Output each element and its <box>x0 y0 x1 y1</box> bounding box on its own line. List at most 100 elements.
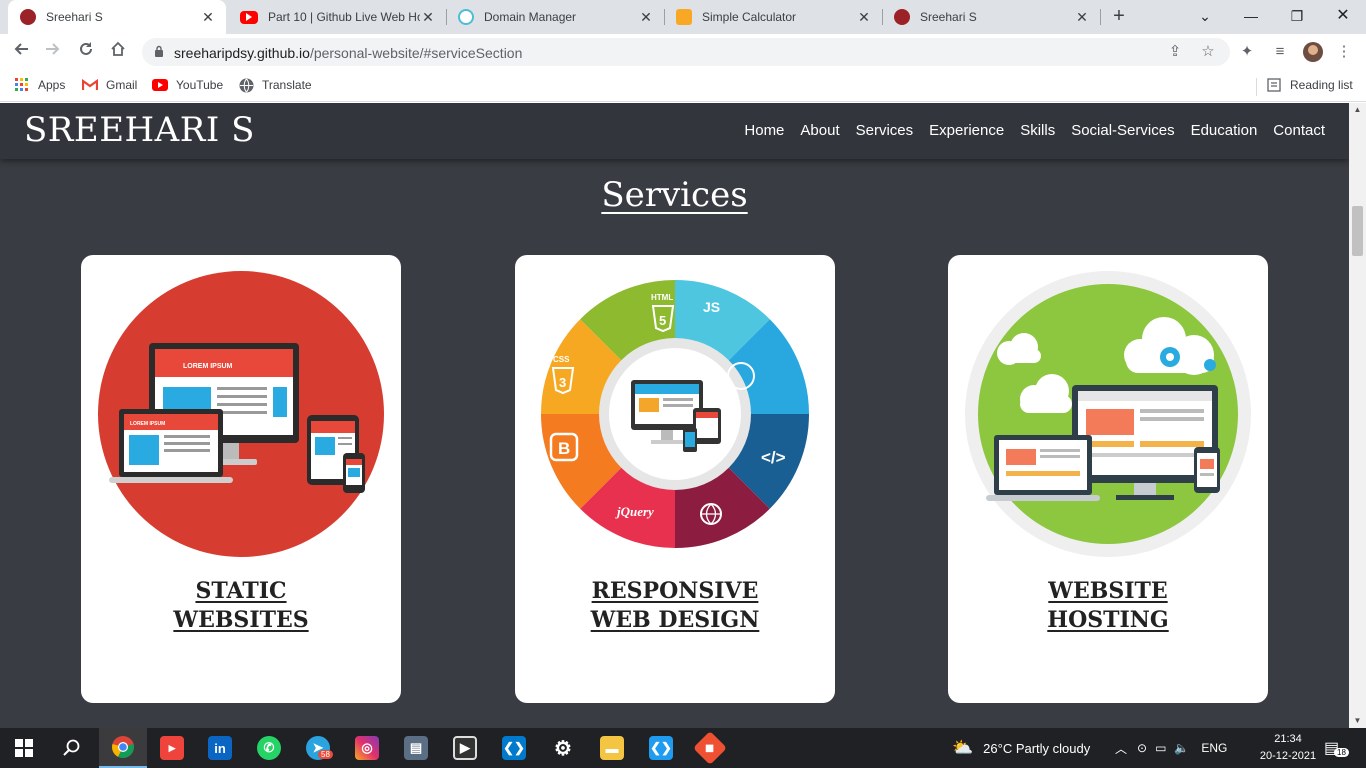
nav-services[interactable]: Services <box>856 122 914 139</box>
lorem-ipsum-text-2: LOREM IPSUM <box>130 421 165 427</box>
nav-education[interactable]: Education <box>1191 122 1258 139</box>
settings-icon[interactable]: ⚙ <box>539 728 587 768</box>
site-logo[interactable]: SREEHARI S <box>24 110 255 150</box>
nav-about[interactable]: About <box>800 122 839 139</box>
new-tab-button[interactable]: + <box>1108 6 1130 28</box>
windows-taskbar: ▸ in ✆ ➤ 58 ◎ ▤ ▶ ❮❯ ⚙ ▬ ❮❯ ◆ ⛅ 26°C Par… <box>0 728 1366 768</box>
notifications-icon[interactable]: ▤ 18 <box>1324 728 1349 768</box>
tray-icons[interactable]: ︿ ⊙ ▭ 🔈 ENG <box>1115 728 1227 768</box>
site-header: SREEHARI S Home About Services Experienc… <box>0 103 1349 159</box>
service-card-title[interactable]: STATIC WEBSITES <box>81 577 401 635</box>
title-line: WEBSITE <box>1048 578 1168 604</box>
close-tab-icon[interactable]: ✕ <box>638 9 654 26</box>
title-line: WEB DESIGN <box>590 607 760 633</box>
css-label: CSS <box>553 355 570 364</box>
home-icon[interactable] <box>106 40 130 64</box>
url-host: sreeharipdsy.github.io <box>174 45 310 61</box>
media-queue-icon[interactable]: ≡ <box>1270 42 1290 62</box>
nav-home[interactable]: Home <box>744 122 784 139</box>
nav-social-services[interactable]: Social-Services <box>1071 122 1174 139</box>
start-icon[interactable] <box>0 728 48 768</box>
server-icon[interactable]: ▤ <box>392 728 440 768</box>
website-hosting-illustration <box>965 271 1251 557</box>
nav-experience[interactable]: Experience <box>929 122 1004 139</box>
reading-list-icon <box>1266 77 1282 93</box>
service-card-title[interactable]: WEBSITE HOSTING <box>948 577 1268 635</box>
volume-icon[interactable]: 🔈 <box>1174 741 1189 755</box>
title-line: HOSTING <box>1047 607 1169 633</box>
bookmark-label: Translate <box>262 78 312 92</box>
scrollbar-thumb[interactable] <box>1352 206 1363 256</box>
menu-dots-icon[interactable]: ⋮ <box>1334 42 1354 62</box>
section-title: Services <box>0 175 1349 215</box>
url-text[interactable]: sreeharipdsy.github.io/personal-website/… <box>174 45 522 61</box>
clock[interactable]: 21:34 20-12-2021 <box>1258 731 1318 765</box>
search-icon[interactable] <box>48 728 96 768</box>
weather-text: 26°C Partly cloudy <box>983 740 1091 756</box>
bookmarks-bar: Apps Gmail YouTube Translate Reading lis… <box>0 70 1366 102</box>
back-arrow-icon[interactable] <box>9 40 33 64</box>
telegram-icon[interactable]: ➤ 58 <box>294 728 342 768</box>
close-tab-icon[interactable]: ✕ <box>420 9 436 26</box>
youtube-icon <box>152 77 168 93</box>
linkedin-icon[interactable]: in <box>196 728 244 768</box>
git-icon[interactable]: ◆ <box>686 728 734 768</box>
apps-grid-icon <box>14 77 30 93</box>
anydesk-icon[interactable]: ▸ <box>148 728 196 768</box>
tab-sreehari-s[interactable]: Sreehari S ✕ <box>8 0 226 34</box>
service-card-title[interactable]: RESPONSIVE WEB DESIGN <box>515 577 835 635</box>
instagram-icon[interactable]: ◎ <box>343 728 391 768</box>
bookmark-youtube[interactable]: YouTube <box>152 77 223 93</box>
tab-sreehari-s-2[interactable]: Sreehari S ✕ <box>882 0 1100 34</box>
reload-icon[interactable] <box>74 40 98 64</box>
minimize-icon[interactable]: — <box>1239 4 1263 28</box>
profile-avatar[interactable] <box>1303 42 1323 62</box>
bookmark-apps[interactable]: Apps <box>14 77 65 93</box>
address-bar[interactable]: sreeharipdsy.github.io/personal-website/… <box>142 38 1230 66</box>
close-tab-icon[interactable]: ✕ <box>1074 9 1090 26</box>
code-glyph: </> <box>761 448 786 467</box>
network-icon[interactable]: ▭ <box>1155 741 1166 755</box>
page-scrollbar[interactable]: ▲ ▼ <box>1349 103 1366 728</box>
domain-favicon-icon <box>458 9 474 25</box>
clock-time: 21:34 <box>1274 733 1302 745</box>
vscode-icon[interactable]: ❮❯ <box>490 728 538 768</box>
close-tab-icon[interactable]: ✕ <box>200 9 216 26</box>
nav-skills[interactable]: Skills <box>1020 122 1055 139</box>
chevron-up-icon[interactable]: ︿ <box>1115 740 1127 757</box>
extensions-icon[interactable]: ✦ <box>1237 42 1257 62</box>
tab-title: Domain Manager <box>484 10 577 24</box>
forward-arrow-icon[interactable] <box>41 40 65 64</box>
bookmark-star-icon[interactable]: ☆ <box>1198 42 1218 62</box>
close-tab-icon[interactable]: ✕ <box>856 9 872 26</box>
reading-list-button[interactable]: Reading list <box>1266 77 1353 93</box>
bookmark-gmail[interactable]: Gmail <box>82 77 137 93</box>
scroll-down-icon[interactable]: ▼ <box>1349 714 1366 728</box>
chrome-icon[interactable] <box>99 728 147 768</box>
bookmark-label: YouTube <box>176 78 224 92</box>
tab-github-live-web[interactable]: Part 10 | Github Live Web Ho ✕ <box>228 0 446 34</box>
whatsapp-icon[interactable]: ✆ <box>245 728 293 768</box>
share-icon[interactable]: ⇪ <box>1165 42 1185 62</box>
weather-widget[interactable]: ⛅ 26°C Partly cloudy <box>952 728 1090 768</box>
language-indicator[interactable]: ENG <box>1201 741 1227 755</box>
vscode-insiders-icon[interactable]: ❮❯ <box>637 728 685 768</box>
js-label: JS <box>703 299 720 315</box>
lock-icon[interactable] <box>154 45 164 57</box>
scroll-up-icon[interactable]: ▲ <box>1349 103 1366 117</box>
tab-search-icon[interactable]: ⌄ <box>1193 4 1217 28</box>
tab-simple-calculator[interactable]: Simple Calculator ✕ <box>664 0 882 34</box>
close-window-icon[interactable]: ✕ <box>1331 4 1355 28</box>
nav-contact[interactable]: Contact <box>1273 122 1325 139</box>
tab-domain-manager[interactable]: Domain Manager ✕ <box>446 0 664 34</box>
maximize-icon[interactable]: ❐ <box>1285 4 1309 28</box>
file-explorer-icon[interactable]: ▬ <box>588 728 636 768</box>
media-icon[interactable]: ▶ <box>441 728 489 768</box>
bootstrap-glyph: B <box>558 439 570 458</box>
title-line: RESPONSIVE <box>591 578 759 604</box>
service-card-static-websites: LOREM IPSUM LOREM IPSUM STATIC WEBSITES <box>81 255 401 703</box>
bookmark-translate[interactable]: Translate <box>238 77 312 93</box>
meet-now-icon[interactable]: ⊙ <box>1137 741 1147 755</box>
notifications-badge: 18 <box>1334 748 1349 757</box>
telegram-badge: 58 <box>318 750 333 759</box>
